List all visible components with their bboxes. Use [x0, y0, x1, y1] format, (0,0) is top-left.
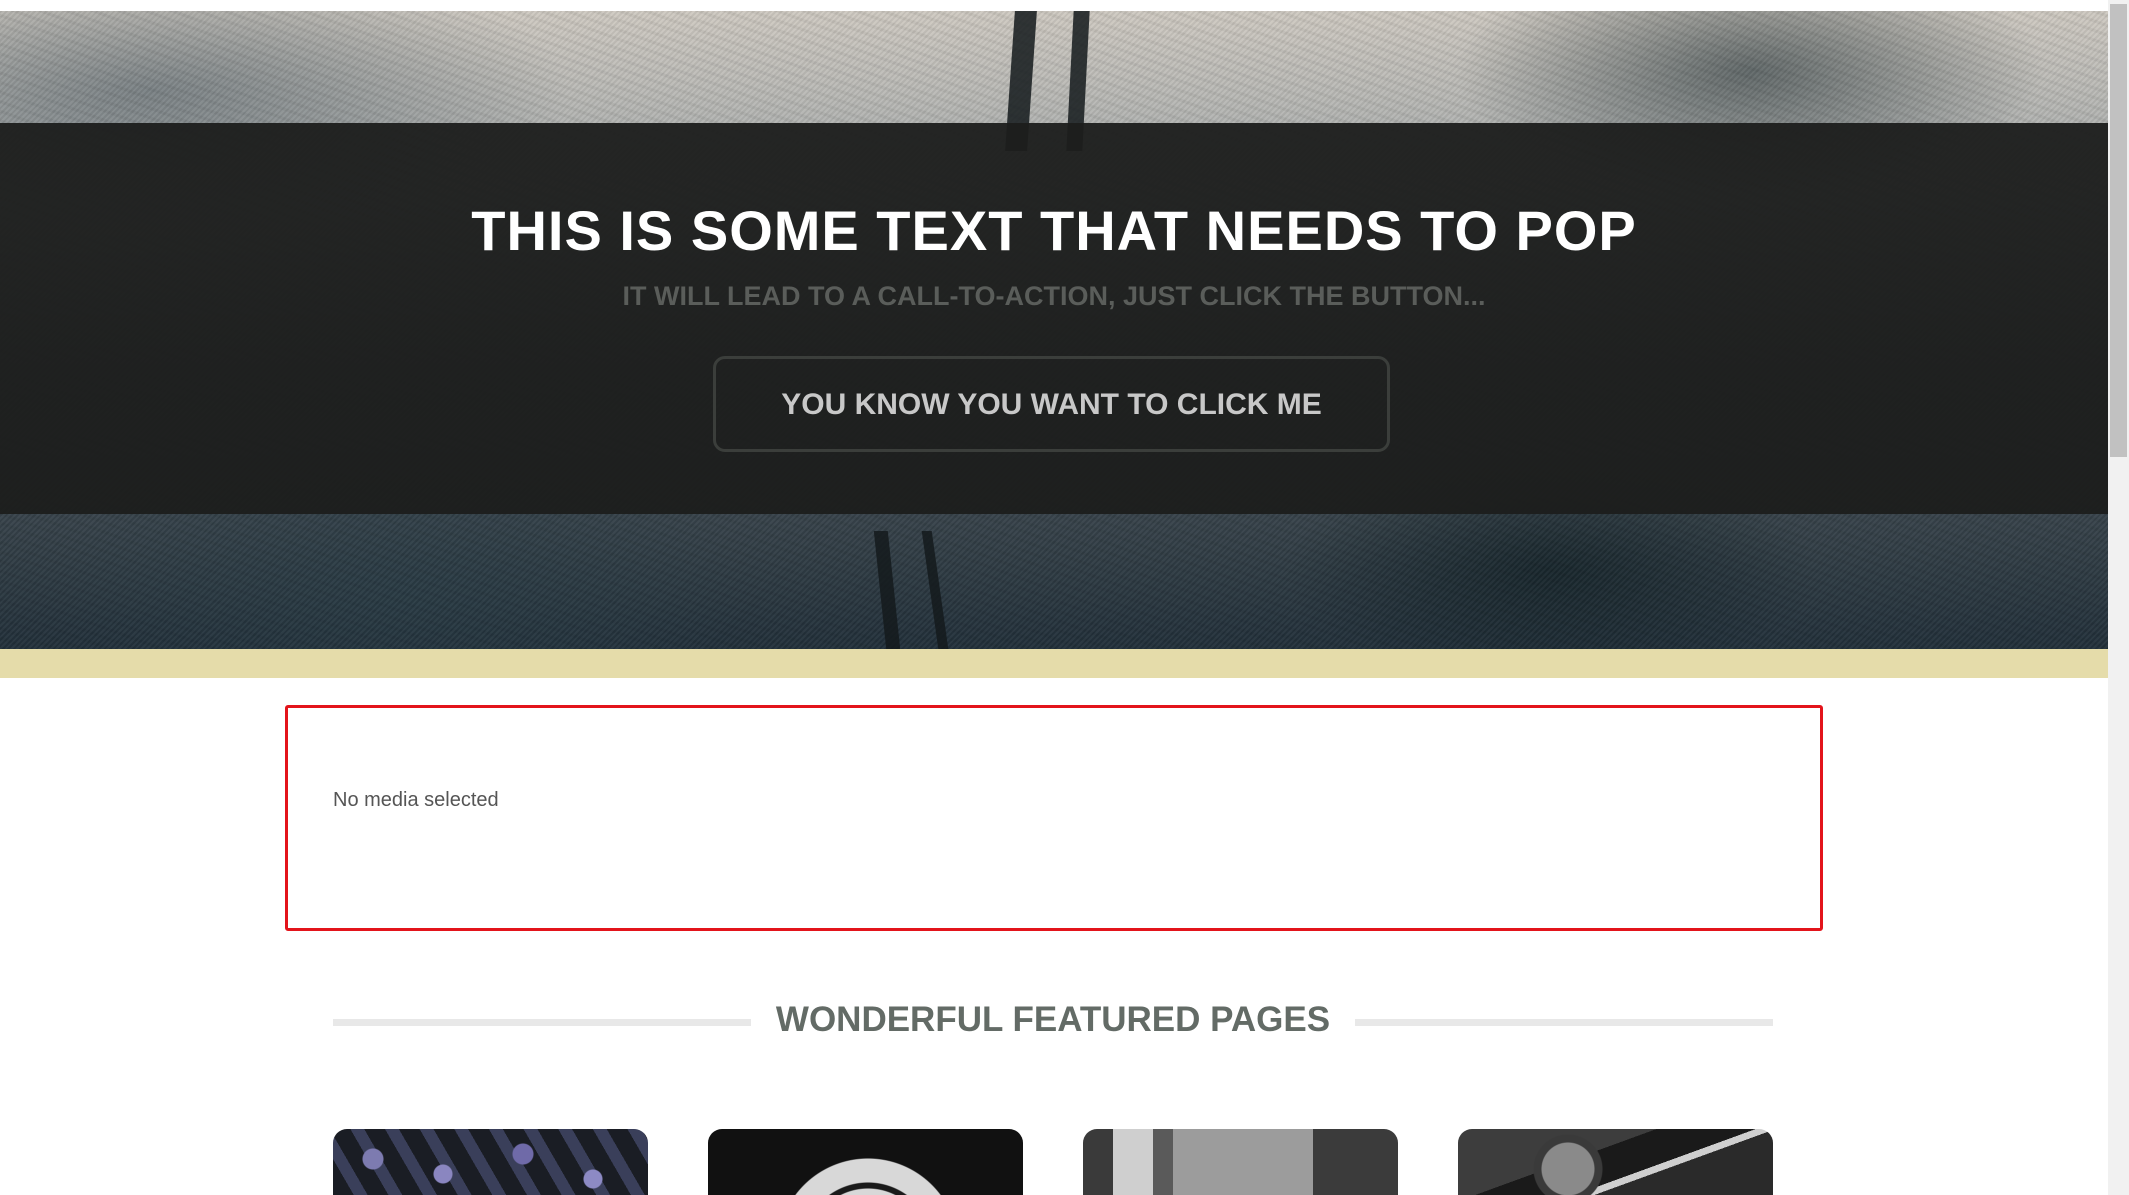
top-strip: [0, 0, 2108, 11]
media-placeholder-text: No media selected: [333, 789, 499, 811]
hero-overlay-panel: [0, 123, 2108, 514]
page: THIS IS SOME TEXT THAT NEEDS TO POP IT W…: [0, 0, 2129, 1195]
hero-title: THIS IS SOME TEXT THAT NEEDS TO POP: [471, 199, 1637, 262]
featured-page-card-2[interactable]: [708, 1129, 1023, 1195]
media-placeholder-box[interactable]: [285, 705, 1823, 931]
featured-pages-heading: WONDERFUL FEATURED PAGES: [775, 1000, 1331, 1039]
hero-subtitle: IT WILL LEAD TO A CALL-TO-ACTION, JUST C…: [622, 281, 1486, 311]
featured-heading-rule-right: [1355, 1019, 1773, 1026]
featured-page-card-1[interactable]: [333, 1129, 648, 1195]
featured-heading-rule-left: [333, 1019, 751, 1026]
scrollbar-thumb[interactable]: [2110, 4, 2127, 457]
featured-page-card-4[interactable]: [1458, 1129, 1773, 1195]
cream-divider-band: [0, 649, 2108, 678]
call-to-action-button[interactable]: YOU KNOW YOU WANT TO CLICK ME: [713, 356, 1390, 452]
featured-page-card-3[interactable]: [1083, 1129, 1398, 1195]
